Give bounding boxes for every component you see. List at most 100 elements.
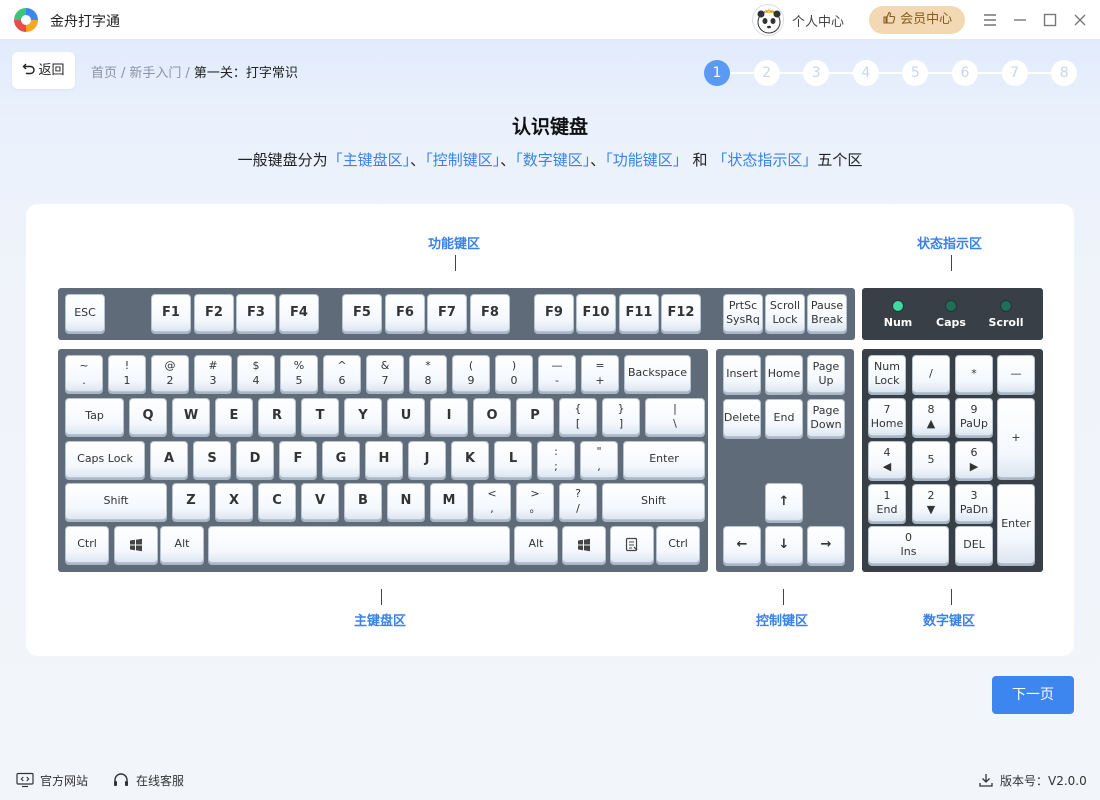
key-r[interactable]: R xyxy=(258,398,296,435)
key-symbol[interactable]: ↑ xyxy=(765,483,803,521)
key-p[interactable]: P xyxy=(516,398,554,435)
key-ctrl[interactable]: Ctrl xyxy=(656,526,700,563)
key-backspace[interactable]: Backspace xyxy=(624,355,691,392)
key-enter[interactable]: Enter xyxy=(623,441,705,478)
key-8[interactable]: 8 ▲ xyxy=(912,398,950,436)
minimize-icon[interactable] xyxy=(1010,10,1030,30)
key-alt[interactable]: Alt xyxy=(160,526,204,563)
key-t[interactable]: T xyxy=(301,398,339,435)
key-symbol[interactable]: / xyxy=(912,355,950,393)
key-w[interactable]: W xyxy=(172,398,210,435)
key-f[interactable]: F xyxy=(279,441,317,478)
avatar[interactable] xyxy=(752,4,784,36)
key-i[interactable]: I xyxy=(430,398,468,435)
key-menu[interactable] xyxy=(610,526,654,563)
vip-center-button[interactable]: 会员中心 xyxy=(869,6,965,34)
key-5[interactable]: % 5 xyxy=(280,355,318,392)
key-b[interactable]: B xyxy=(344,483,382,520)
key-caps-lock[interactable]: Caps Lock xyxy=(65,441,145,478)
key-enter[interactable]: Enter xyxy=(997,484,1035,564)
back-button[interactable]: 返回 xyxy=(12,52,75,89)
key-u[interactable]: U xyxy=(387,398,425,435)
key-symbol[interactable]: | \ xyxy=(645,398,705,435)
next-page-button[interactable]: 下一页 xyxy=(992,676,1074,714)
key-z[interactable]: Z xyxy=(172,483,210,520)
key-5[interactable]: 5 xyxy=(912,441,950,479)
key-symbol[interactable]: ~. xyxy=(65,355,103,392)
key-space[interactable] xyxy=(208,526,510,563)
key-scroll-lock[interactable]: Scroll Lock xyxy=(765,294,805,332)
key-insert[interactable]: Insert xyxy=(723,355,761,393)
key-v[interactable]: V xyxy=(301,483,339,520)
key-6[interactable]: ^ 6 xyxy=(323,355,361,392)
key-windows[interactable] xyxy=(562,526,606,563)
key-h[interactable]: H xyxy=(365,441,403,478)
key-symbol[interactable]: {[ xyxy=(559,398,597,435)
key-symbol[interactable]: ? / xyxy=(559,483,597,520)
key-4[interactable]: 4 ◀ xyxy=(868,441,906,479)
key-k[interactable]: K xyxy=(451,441,489,478)
key-symbol[interactable]: * xyxy=(955,355,993,393)
key-6[interactable]: 6 ▶ xyxy=(955,441,993,479)
key-symbol[interactable]: — xyxy=(997,355,1035,393)
key-tap[interactable]: Tap xyxy=(65,398,124,435)
key-2[interactable]: @2 xyxy=(151,355,189,392)
key-f6[interactable]: F6 xyxy=(385,294,425,332)
key-1-end[interactable]: 1 End xyxy=(868,484,906,522)
key-s[interactable]: S xyxy=(193,441,231,478)
key-symbol[interactable]: :; xyxy=(537,441,575,478)
key-symbol[interactable]: ↓ xyxy=(765,526,803,564)
key-alt[interactable]: Alt xyxy=(514,526,558,563)
key-symbol[interactable]: → xyxy=(807,526,845,564)
key-pause-break[interactable]: Pause Break xyxy=(807,294,847,332)
close-icon[interactable] xyxy=(1070,10,1090,30)
key-symbol[interactable]: ", xyxy=(580,441,618,478)
key-m[interactable]: M xyxy=(430,483,468,520)
key-c[interactable]: C xyxy=(258,483,296,520)
key-symbol[interactable]: <, xyxy=(473,483,511,520)
key-9-paup[interactable]: 9 PaUp xyxy=(955,398,993,436)
menu-icon[interactable] xyxy=(980,10,1000,30)
key-n[interactable]: N xyxy=(387,483,425,520)
key-4[interactable]: $4 xyxy=(237,355,275,392)
key-f12[interactable]: F12 xyxy=(661,294,701,332)
key-q[interactable]: Q xyxy=(129,398,167,435)
key-home[interactable]: Home xyxy=(765,355,803,393)
key-symbol[interactable]: ← xyxy=(723,526,761,564)
key-f5[interactable]: F5 xyxy=(342,294,382,332)
key-7[interactable]: & 7 xyxy=(366,355,404,392)
key-e[interactable]: E xyxy=(215,398,253,435)
key-9[interactable]: (9 xyxy=(452,355,490,392)
key-symbol[interactable]: = + xyxy=(581,355,619,392)
key-8[interactable]: * 8 xyxy=(409,355,447,392)
key-0-ins[interactable]: 0 Ins xyxy=(868,526,949,564)
breadcrumb-home[interactable]: 首页 xyxy=(91,66,117,81)
key-d[interactable]: D xyxy=(236,441,274,478)
key-3-padn[interactable]: 3 PaDn xyxy=(955,484,993,522)
key-7-home[interactable]: 7 Home xyxy=(868,398,906,436)
official-website-link[interactable]: 官方网站 xyxy=(16,772,88,789)
key-delete[interactable]: Delete xyxy=(723,399,761,437)
key-3[interactable]: #3 xyxy=(194,355,232,392)
key-o[interactable]: O xyxy=(473,398,511,435)
key-f3[interactable]: F3 xyxy=(236,294,276,332)
key-j[interactable]: J xyxy=(408,441,446,478)
key-2[interactable]: 2 ▼ xyxy=(912,484,950,522)
key-page-up[interactable]: Page Up xyxy=(807,355,845,393)
key-page-down[interactable]: Page Down xyxy=(807,399,845,437)
key-del[interactable]: DEL xyxy=(955,526,993,564)
key-shift[interactable]: Shift xyxy=(65,483,167,520)
key-symbol[interactable]: >。 xyxy=(516,483,554,520)
key-f1[interactable]: F1 xyxy=(151,294,191,332)
key-l[interactable]: L xyxy=(494,441,532,478)
key-symbol[interactable]: — - xyxy=(538,355,576,392)
key-f8[interactable]: F8 xyxy=(470,294,510,332)
breadcrumb-beginner[interactable]: 新手入门 xyxy=(129,66,181,81)
key-f10[interactable]: F10 xyxy=(576,294,616,332)
key-ctrl[interactable]: Ctrl xyxy=(65,526,109,563)
key-x[interactable]: X xyxy=(215,483,253,520)
key-prtsc-sysrq[interactable]: PrtSc SysRq xyxy=(723,294,763,332)
online-support-link[interactable]: 在线客服 xyxy=(112,772,184,789)
key-end[interactable]: End xyxy=(765,399,803,437)
key-y[interactable]: Y xyxy=(344,398,382,435)
